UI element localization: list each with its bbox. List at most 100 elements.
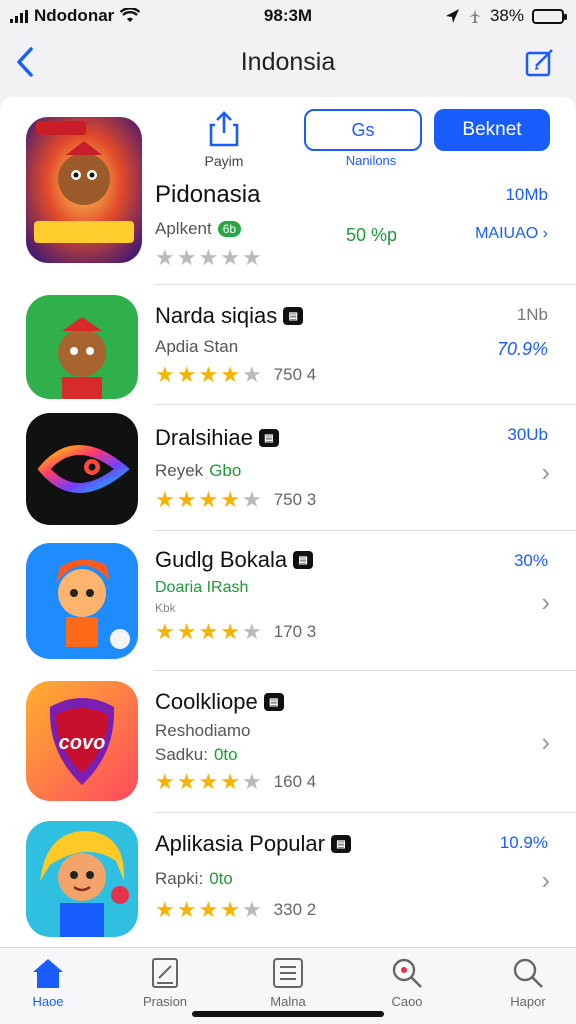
game-art-icon (26, 117, 142, 263)
svg-text:ᴄᴏᴠᴏ: ᴄᴏᴠᴏ (59, 732, 106, 754)
star-icon: ★ (241, 769, 262, 794)
rating-count: 330 2 (273, 900, 317, 919)
star-icon: ★ (220, 362, 240, 387)
star-icon: ★ (220, 619, 240, 644)
app-subtitle2-text: Sadku: (155, 745, 208, 764)
app-subtitle: Rapki: 0to (155, 869, 233, 889)
list-item[interactable]: Gudlg Bokala ▤ Doaria IRash Kbk ★ ★ ★ ★ ★ 170 … (0, 531, 576, 671)
star-icon: ★ (155, 619, 175, 644)
app-subtitle: Reshodiamo (155, 721, 251, 740)
app-name: Narda siqias ▤ (155, 303, 304, 329)
chevron-right-icon: › (541, 865, 550, 895)
tab-label: Hapor (510, 994, 546, 1009)
star-icon: ★ (198, 769, 219, 794)
app-name-text: Gudlg Bokala (155, 547, 288, 572)
star-icon: ★ (176, 619, 197, 644)
app-subtitle: Reyek Gbo (155, 461, 241, 481)
back-button[interactable] (10, 44, 40, 80)
star-icon: ★ (176, 769, 197, 794)
app-name-text: Coolkliope (155, 689, 258, 714)
star-icon: ★ (155, 769, 175, 794)
star-icon: ★ (198, 245, 219, 270)
tab-label: Caoo (391, 994, 423, 1009)
star-icon: ★ (220, 897, 240, 922)
app-name: Coolkliope ▤ (155, 689, 284, 715)
age-badge-icon: ▤ (263, 693, 284, 711)
page-title: Indonsia (240, 48, 336, 76)
list-item[interactable]: Dralsihiae ▤ Reyek Gbo ★ ★ ★ ★ ★ 750 3 30Ub › (0, 405, 576, 531)
compose-button[interactable] (522, 44, 558, 80)
battery-percent: 38% (489, 6, 524, 25)
app-rating: ★ ★ ★ ★ ★ 750 4 (155, 362, 316, 388)
app-subtitle2-green: 0to (213, 745, 238, 764)
app-icon (26, 295, 138, 399)
app-subtitle-text: Rapki: (155, 869, 204, 888)
tab-label: Malna (270, 994, 306, 1009)
featured-subtitle-pill: 6b (217, 221, 242, 237)
app-name: Dralsihiae ▤ (155, 425, 279, 451)
app-percent: 70.9% (496, 339, 548, 359)
rating-count: 170 3 (273, 622, 317, 641)
star-icon: ★ (176, 245, 197, 270)
star-icon: ★ (155, 362, 175, 387)
app-rating: ★ ★ ★ ★ ★ 170 3 (155, 619, 316, 645)
location-icon (445, 9, 459, 23)
list-item[interactable]: Aplikasia Popular ▤ Rapki: 0to ★ ★ ★ ★ ★ 330 2 … (0, 813, 576, 947)
age-badge-icon: ▤ (293, 551, 314, 569)
star-icon: ★ (198, 362, 219, 387)
search-icon (513, 958, 543, 988)
status-right: 38% (444, 6, 567, 26)
star-icon: ★ (155, 487, 175, 512)
app-icon (26, 821, 138, 937)
app-rating: ★ ★ ★ ★ ★ 750 3 (155, 487, 316, 513)
rating-count: 750 4 (273, 365, 317, 384)
character-art-icon (26, 295, 138, 399)
featured-app-percent: 50 %p (346, 225, 398, 245)
featured-app-link[interactable]: MAIUAO › (475, 225, 548, 243)
app-subtitle: Apdia Stan (155, 337, 239, 356)
tab-home[interactable]: Haoe (3, 956, 93, 1009)
star-icon: ★ (176, 362, 197, 387)
age-badge-icon: ▤ (258, 429, 279, 447)
tab-label: Haoe (32, 994, 64, 1009)
tab-notes[interactable]: Prasion (120, 956, 210, 1009)
chevron-right-icon: › (541, 727, 550, 757)
star-icon: ★ (198, 897, 219, 922)
tab-search[interactable]: Caoo (362, 956, 452, 1009)
list-item[interactable]: Narda siqias ▤ Apdia Stan ★ ★ ★ ★ ★ 750 4 1Nb … (0, 285, 576, 405)
chevron-right-icon: › (541, 587, 550, 617)
tab-label: Prasion (142, 994, 188, 1009)
featured-app-row[interactable]: Pidonasia Aplkent 6b ★ ★ ★ ★ ★ 10Mb 50 %p MA… (0, 97, 576, 285)
airplane-icon (468, 9, 481, 23)
star-icon: ★ (241, 619, 262, 644)
app-name: Gudlg Bokala ▤ (155, 547, 314, 573)
featured-subtitle-text: Aplkent (155, 219, 212, 238)
app-name-text: Dralsihiae (155, 425, 253, 450)
featured-app-size: 10Mb (505, 185, 548, 204)
app-icon: ᴄᴏᴠᴏ (26, 681, 138, 801)
age-badge-icon: ▤ (330, 835, 351, 853)
hero-character-icon (26, 543, 138, 659)
compose-icon (525, 49, 553, 77)
star-icon: ★ (220, 769, 240, 794)
chevron-left-icon (17, 47, 33, 77)
app-icon (26, 543, 138, 659)
app-list-card: Payim Gs Nanilons Beknet Pidonasia Aplke… (0, 97, 576, 947)
chevron-right-icon: › (541, 457, 550, 487)
home-indicator[interactable] (192, 1011, 384, 1017)
home-icon (33, 959, 63, 988)
battery-icon (532, 8, 567, 24)
star-icon: ★ (241, 897, 262, 922)
app-icon (26, 413, 138, 525)
status-bar: Ndodonar 98:3M 38% (0, 0, 576, 32)
tab-explore[interactable]: Hapor (483, 956, 573, 1009)
app-size: 1Nb (516, 305, 548, 324)
cartoon-girl-icon (26, 821, 138, 937)
list-item[interactable]: ᴄᴏᴠᴏ Coolkliope ▤ Reshodiamo Sadku: 0to ★ ★… (0, 671, 576, 813)
featured-link-text: MAIUAO (475, 225, 539, 242)
app-name: Aplikasia Popular ▤ (155, 831, 351, 857)
featured-app-icon (26, 117, 142, 263)
shield-logo-icon: ᴄᴏᴠᴏ (26, 681, 138, 801)
tab-list[interactable]: Malna (243, 956, 333, 1009)
notes-icon (152, 958, 178, 988)
